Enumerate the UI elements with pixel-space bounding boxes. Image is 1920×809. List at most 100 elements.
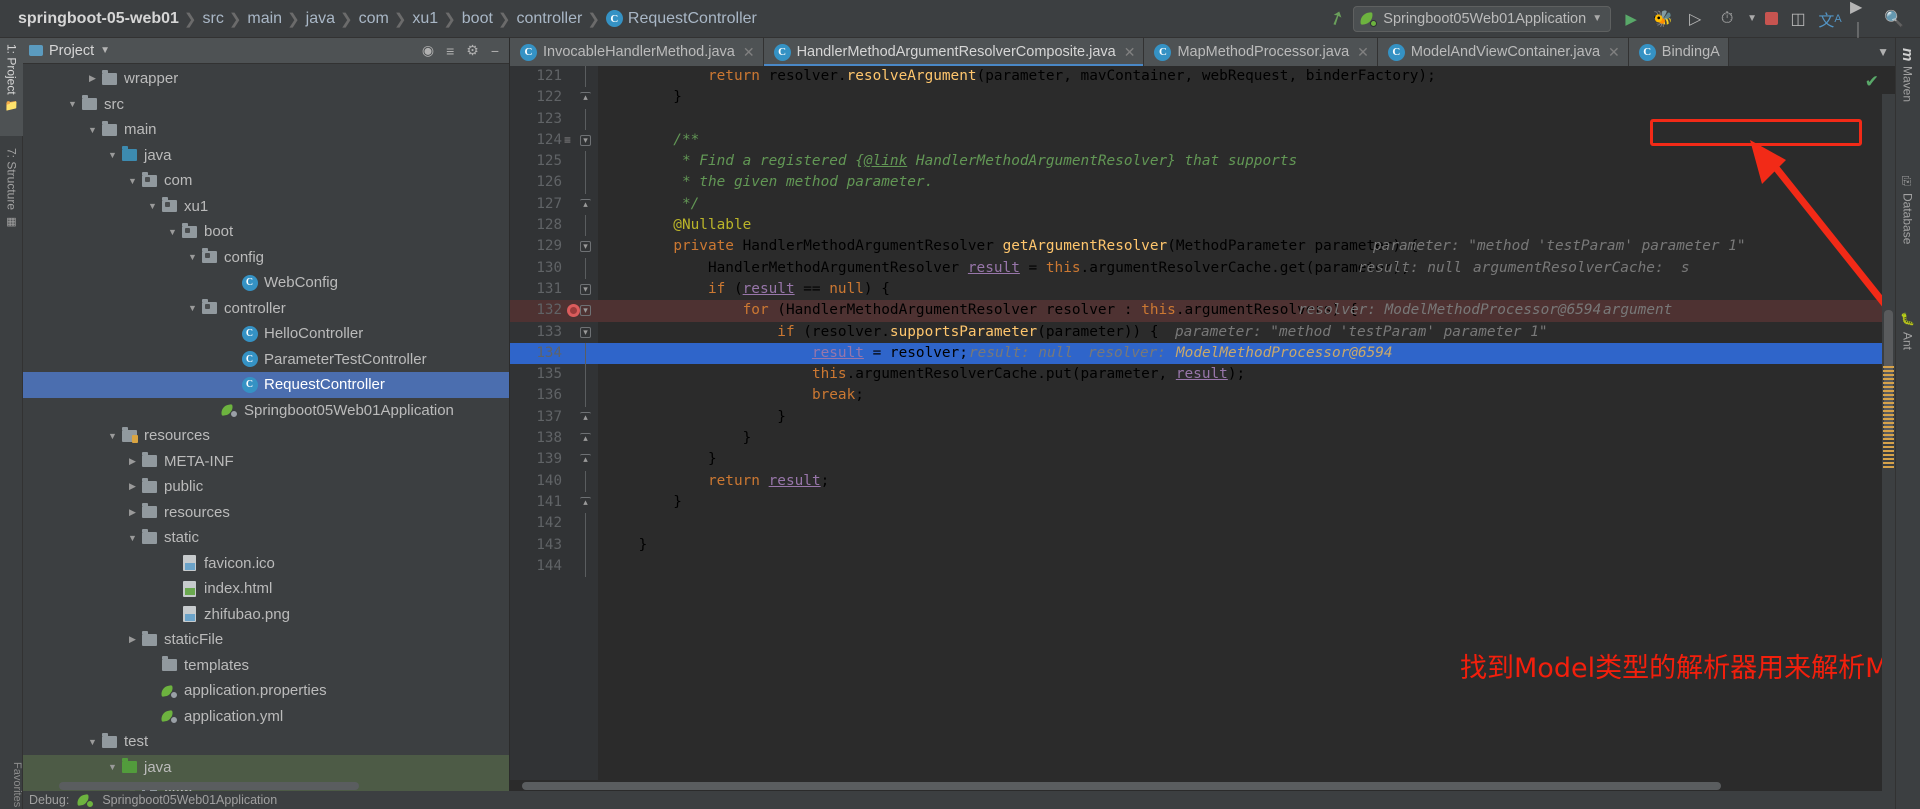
tree-twisty-expanded-icon[interactable]: ▼ — [145, 201, 160, 211]
tree-node-test[interactable]: ▼ test — [23, 729, 509, 755]
gutter-line-129[interactable]: 129 ▾ — [510, 236, 598, 257]
gutter-line-144[interactable]: 144 — [510, 555, 598, 578]
gutter-line-139[interactable]: 139 ▴ — [510, 449, 598, 470]
tree-node-application-properties[interactable]: application.properties — [23, 678, 509, 704]
code-line-131[interactable]: if (result == null) { — [598, 279, 1895, 300]
tree-twisty-expanded-icon[interactable]: ▼ — [105, 762, 120, 772]
gutter-line-142[interactable]: 142 — [510, 513, 598, 535]
layout-icon[interactable]: ◫ — [1786, 7, 1810, 31]
editor-tab-invocablehandlermethod-java[interactable]: C InvocableHandlerMethod.java ✕ — [510, 38, 764, 66]
collapse-all-icon[interactable]: ≡ — [446, 43, 454, 59]
locate-icon[interactable]: ◉ — [422, 42, 434, 59]
fold-end-icon[interactable]: ▴ — [580, 411, 591, 423]
code-line-124[interactable]: /** — [598, 130, 1895, 151]
gutter-line-126[interactable]: 126 — [510, 172, 598, 194]
sidebar-item-database[interactable]: ⎘ Database — [1895, 170, 1920, 288]
tree-node-main[interactable]: ▼ main — [23, 117, 509, 143]
gutter-line-123[interactable]: 123 — [510, 108, 598, 130]
tree-node-parametertestcontroller[interactable]: C ParameterTestController — [23, 347, 509, 373]
code-line-138[interactable]: } — [598, 428, 1895, 449]
breadcrumb-item-boot[interactable]: boot — [458, 0, 496, 38]
fold-end-icon[interactable]: ▴ — [580, 454, 591, 465]
editor-tab-mapmethodprocessor-java[interactable]: C MapMethodProcessor.java ✕ — [1144, 38, 1378, 66]
tree-twisty-expanded-icon[interactable]: ▼ — [125, 176, 140, 186]
tree-node-com[interactable]: ▼ com — [23, 168, 509, 194]
code-line-144[interactable] — [598, 556, 1895, 577]
tree-node-resources[interactable]: ▶ resources — [23, 500, 509, 526]
gutter-line-128[interactable]: 128 — [510, 215, 598, 237]
left-strip-label-favorites[interactable]: Favorites — [0, 762, 23, 807]
profiler-icon[interactable]: ⏱ — [1715, 7, 1739, 31]
gutter-line-137[interactable]: 137 ▴ — [510, 407, 598, 428]
sidebar-item-maven[interactable]: m Maven — [1895, 42, 1920, 138]
tree-node-springboot05web01application[interactable]: Springboot05Web01Application — [23, 398, 509, 424]
editor-tab-modelandviewcontainer-java[interactable]: C ModelAndViewContainer.java ✕ — [1377, 38, 1629, 66]
tree-twisty-expanded-icon[interactable]: ▼ — [105, 150, 120, 160]
fold-end-icon[interactable]: ▴ — [580, 92, 591, 103]
tree-node-wrapper[interactable]: ▶ wrapper — [23, 66, 509, 92]
close-icon[interactable]: ✕ — [1357, 44, 1369, 61]
hammer-icon[interactable]: ➚ — [1325, 5, 1349, 33]
tree-twisty-expanded-icon[interactable]: ▼ — [85, 737, 100, 747]
code-line-129[interactable]: private HandlerMethodArgumentResolver ge… — [598, 236, 1895, 257]
hide-icon[interactable]: − — [491, 43, 499, 59]
tree-twisty-collapsed-icon[interactable]: ▶ — [125, 507, 140, 518]
breadcrumb-project[interactable]: springboot-05-web01 — [8, 0, 182, 38]
code-line-136[interactable]: break; — [598, 385, 1895, 406]
fold-end-icon[interactable]: ▴ — [580, 496, 591, 508]
code-line-139[interactable]: } — [598, 449, 1895, 470]
tree-twisty-expanded-icon[interactable]: ▼ — [185, 252, 200, 262]
tree-node-favicon-ico[interactable]: favicon.ico — [23, 551, 509, 577]
gutter-line-130[interactable]: 130 — [510, 257, 598, 279]
breadcrumb-item-main[interactable]: main — [243, 0, 285, 38]
tree-node-xu1[interactable]: ▼ xu1 — [23, 194, 509, 220]
project-panel-title[interactable]: Project — [49, 43, 94, 59]
breadcrumb-item-com[interactable]: com — [355, 0, 392, 38]
gutter-line-133[interactable]: 133 ▾ — [510, 322, 598, 343]
tree-node-boot[interactable]: ▼ boot — [23, 219, 509, 245]
gutter-line-136[interactable]: 136 — [510, 385, 598, 407]
tree-node-hellocontroller[interactable]: C HelloController — [23, 321, 509, 347]
tree-node-templates[interactable]: templates — [23, 653, 509, 679]
code-line-134[interactable]: result = resolver; result: null resolver: M… — [598, 342, 1895, 365]
code-line-128[interactable]: @Nullable — [598, 215, 1895, 236]
tree-node-staticfile[interactable]: ▶ staticFile — [23, 627, 509, 653]
search-icon[interactable]: 🔍 — [1882, 7, 1906, 31]
code-view[interactable]: 121 122 ▴ 123 124 ≡ ▾ 125 126 127 ▴ 128 129 ▾ 130 131 ▾ 1… — [510, 66, 1895, 791]
gutter-line-122[interactable]: 122 ▴ — [510, 87, 598, 108]
gutter-line-127[interactable]: 127 ▴ — [510, 194, 598, 215]
project-tree-horizontal-scrollbar[interactable] — [59, 782, 359, 790]
terminal-icon[interactable]: ▶｜ — [1850, 0, 1874, 40]
fold-end-icon[interactable]: ▴ — [580, 433, 591, 444]
run-with-coverage-icon[interactable]: ▷ — [1683, 7, 1707, 31]
sidebar-item-ant[interactable]: 🐛 Ant — [1895, 306, 1920, 376]
breadcrumb-item-xu1[interactable]: xu1 — [408, 0, 441, 38]
code-line-127[interactable]: */ — [598, 194, 1895, 215]
breadcrumb-item-controller[interactable]: controller — [513, 0, 586, 38]
tree-twisty-expanded-icon[interactable]: ▼ — [65, 99, 80, 109]
project-tree[interactable]: ▶ wrapper ▼ src ▼ main ▼ java ▼ com ▼ xu1 ▼ boot ▼ conf… — [23, 64, 509, 809]
breadcrumb-item-src[interactable]: src — [198, 0, 226, 38]
code-line-133[interactable]: if (resolver.supportsParameter(parameter… — [598, 322, 1895, 343]
gutter-line-131[interactable]: 131 ▾ — [510, 279, 598, 300]
sidebar-item-project[interactable]: 1: Project 📁 — [0, 38, 23, 136]
chevron-down-icon[interactable]: ▼ — [1877, 45, 1889, 59]
breadcrumb-item-java[interactable]: java — [302, 0, 338, 38]
code-line-140[interactable]: return result; — [598, 471, 1895, 492]
breadcrumb-item-class[interactable]: C RequestController — [602, 0, 760, 38]
code-line-122[interactable]: } — [598, 87, 1895, 108]
chevron-down-icon[interactable]: ▼ — [1747, 13, 1757, 24]
tree-twisty-expanded-icon[interactable]: ▼ — [185, 303, 200, 313]
tree-node-static[interactable]: ▼ static — [23, 525, 509, 551]
tree-node-src[interactable]: ▼ src — [23, 92, 509, 118]
gutter-line-132[interactable]: 132 ▾ — [510, 300, 598, 322]
tree-twisty-expanded-icon[interactable]: ▼ — [85, 125, 100, 135]
fold-end-icon[interactable]: ▴ — [580, 198, 591, 210]
code-line-135[interactable]: this.argumentResolverCache.put(parameter… — [598, 364, 1895, 385]
close-icon[interactable]: ✕ — [743, 44, 755, 61]
tree-twisty-expanded-icon[interactable]: ▼ — [105, 431, 120, 441]
editor-horizontal-scrollbar[interactable] — [510, 780, 1775, 791]
fold-start-icon[interactable]: ▾ — [580, 134, 591, 146]
editor-tabs-overflow[interactable]: ▼ — [1871, 38, 1895, 66]
gutter-line-140[interactable]: 140 — [510, 470, 598, 492]
